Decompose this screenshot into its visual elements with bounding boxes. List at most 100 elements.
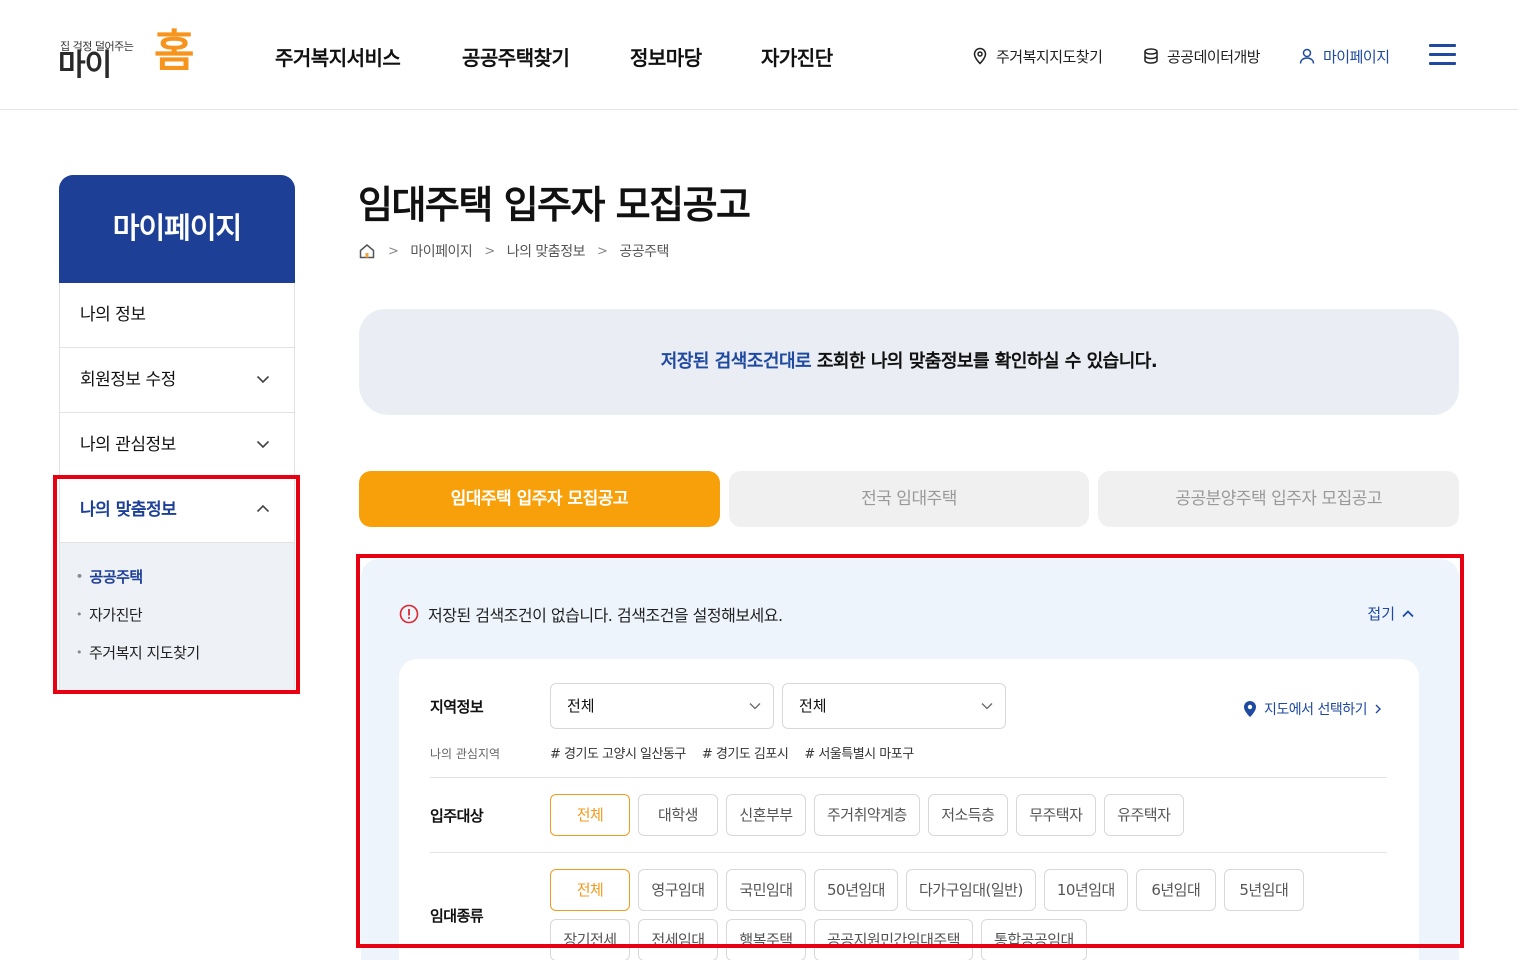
sidebar-item-label: 나의 정보 <box>80 305 146 325</box>
sidebar-submenu: 공공주택 자가진단 주거복지 지도찾기 <box>59 543 295 691</box>
rent-type-chip[interactable]: 50년임대 <box>814 869 898 911</box>
nav-public-housing[interactable]: 공공주택찾기 <box>462 42 570 72</box>
util-map-label: 주거복지지도찾기 <box>996 47 1103 66</box>
site-logo[interactable]: 집 걱정 덜어주는 마이 홈 <box>58 26 195 86</box>
target-chip[interactable]: 주거취약계층 <box>814 794 920 836</box>
breadcrumb-item[interactable]: 공공주택 <box>619 241 669 261</box>
rent-type-chip-group: 전체 영구임대 국민임대 50년임대 다가구임대(일반) 10년임대 6년임대 … <box>550 869 1390 960</box>
rent-type-chip[interactable]: 공공지원민간임대주택 <box>814 919 974 960</box>
logo-name: 마이 <box>58 48 112 83</box>
sidebar-item-label: 나의 맞춤정보 <box>80 500 177 520</box>
sidebar-item-my-custom-info[interactable]: 나의 맞춤정보 <box>59 478 295 543</box>
fold-label: 접기 <box>1367 605 1395 623</box>
tab-public-sale-recruit[interactable]: 공공분양주택 입주자 모집공고 <box>1098 471 1460 527</box>
map-select-label: 지도에서 선택하기 <box>1264 702 1368 718</box>
target-label: 입주대상 <box>430 807 484 825</box>
map-pin-icon <box>1244 701 1256 717</box>
page-title: 임대주택 입주자 모집공고 <box>358 183 751 227</box>
rent-type-chip[interactable]: 통합공공임대 <box>981 919 1087 960</box>
breadcrumb: > 마이페이지 > 나의 맞춤정보 > 공공주택 <box>358 240 669 262</box>
user-icon <box>1299 48 1315 64</box>
target-chip[interactable]: 유주택자 <box>1103 794 1184 836</box>
tab-national-rental[interactable]: 전국 임대주택 <box>728 471 1090 527</box>
region-label: 지역정보 <box>430 698 484 716</box>
logo-accent: 홈 <box>154 26 195 77</box>
breadcrumb-item[interactable]: 나의 맞춤정보 <box>507 241 586 261</box>
interest-region-tag[interactable]: # 경기도 고양시 일산동구 <box>550 743 686 762</box>
chevron-up-icon <box>256 504 270 513</box>
rent-type-chip[interactable]: 5년임대 <box>1223 869 1304 911</box>
menu-icon[interactable] <box>1429 44 1456 66</box>
info-notice: 저장된 검색조건대로 조회한 나의 맞춤정보를 확인하실 수 있습니다. <box>359 309 1459 415</box>
util-mypage-label: 마이페이지 <box>1323 47 1390 66</box>
rent-type-chip[interactable]: 영구임대 <box>638 869 718 911</box>
breadcrumb-separator: > <box>596 243 608 259</box>
chevron-down-icon <box>256 440 270 449</box>
tab-bar: 임대주택 입주자 모집공고 전국 임대주택 공공분양주택 입주자 모집공고 <box>359 471 1460 527</box>
sidebar-item-edit-member[interactable]: 회원정보 수정 <box>59 348 295 413</box>
filter-panel: 저장된 검색조건이 없습니다. 검색조건을 설정해보세요. 접기 지역정보 전체… <box>361 559 1459 960</box>
alert-circle-icon <box>399 604 419 624</box>
region-select-sido[interactable]: 전체 <box>550 683 774 729</box>
interest-region-list: # 경기도 고양시 일산동구 # 경기도 김포시 # 서울특별시 마포구 <box>550 743 914 762</box>
rent-type-chip[interactable]: 전체 <box>550 869 630 911</box>
rent-type-chip[interactable]: 전세임대 <box>638 919 718 960</box>
region-select-value: 전체 <box>567 697 595 715</box>
rent-type-chip[interactable]: 국민임대 <box>726 869 806 911</box>
submenu-welfare-map[interactable]: 주거복지 지도찾기 <box>76 641 294 679</box>
home-icon[interactable] <box>358 242 376 260</box>
sidebar: 마이페이지 나의 정보 회원정보 수정 나의 관심정보 나의 맞춤정보 공공주택… <box>59 175 295 691</box>
map-select-link[interactable]: 지도에서 선택하기 <box>1242 699 1383 719</box>
breadcrumb-separator: > <box>388 243 399 259</box>
notice-text: 조회한 나의 맞춤정보를 확인하실 수 있습니다. <box>811 351 1158 372</box>
target-chip[interactable]: 전체 <box>550 794 630 836</box>
nav-info[interactable]: 정보마당 <box>630 42 702 72</box>
notice-highlight: 저장된 검색조건대로 <box>660 351 812 372</box>
chevron-up-icon <box>1402 609 1414 617</box>
util-opendata-link[interactable]: 공공데이터개방 <box>1142 44 1261 68</box>
util-mypage-link[interactable]: 마이페이지 <box>1298 44 1390 68</box>
rent-type-chip[interactable]: 장기전세 <box>550 919 630 960</box>
interest-region-tag[interactable]: # 서울특별시 마포구 <box>804 743 914 762</box>
submenu-self-diagnosis[interactable]: 자가진단 <box>76 603 294 641</box>
site-header: 집 걱정 덜어주는 마이 홈 주거복지서비스 공공주택찾기 정보마당 자가진단 … <box>0 0 1518 110</box>
util-map-link[interactable]: 주거복지지도찾기 <box>971 44 1103 68</box>
target-chip[interactable]: 저소득층 <box>927 794 1008 836</box>
rent-type-chip[interactable]: 다가구임대(일반) <box>906 869 1036 911</box>
database-icon <box>1144 48 1158 64</box>
target-chip[interactable]: 신혼부부 <box>726 794 806 836</box>
sidebar-item-my-interest[interactable]: 나의 관심정보 <box>59 413 295 478</box>
sidebar-item-label: 회원정보 수정 <box>80 370 176 390</box>
no-saved-condition-warning: 저장된 검색조건이 없습니다. 검색조건을 설정해보세요. <box>399 602 783 626</box>
fold-button[interactable]: 접기 <box>1367 603 1415 624</box>
rent-type-label: 임대종류 <box>430 907 484 925</box>
interest-region-label: 나의 관심지역 <box>430 747 501 761</box>
interest-region-tag[interactable]: # 경기도 김포시 <box>702 743 789 762</box>
nav-self-diagnosis[interactable]: 자가진단 <box>761 42 833 72</box>
region-select-sigungu[interactable]: 전체 <box>782 683 1006 729</box>
target-chip[interactable]: 무주택자 <box>1015 794 1096 836</box>
location-pin-icon <box>973 47 987 65</box>
tab-rental-recruit[interactable]: 임대주택 입주자 모집공고 <box>359 471 720 527</box>
chevron-right-icon <box>1375 704 1381 714</box>
sidebar-title: 마이페이지 <box>59 175 295 283</box>
divider <box>430 852 1387 853</box>
util-opendata-label: 공공데이터개방 <box>1167 47 1261 66</box>
breadcrumb-item[interactable]: 마이페이지 <box>410 241 472 261</box>
breadcrumb-separator: > <box>484 243 495 259</box>
rent-type-chip[interactable]: 10년임대 <box>1043 869 1128 911</box>
divider <box>430 777 1387 778</box>
filter-card: 지역정보 전체 전체 지도에서 선택하기 나의 관심지역 # 경기도 고양시 일… <box>399 659 1419 960</box>
target-chip[interactable]: 대학생 <box>638 794 718 836</box>
rent-type-chip[interactable]: 6년임대 <box>1135 869 1216 911</box>
sidebar-item-my-info[interactable]: 나의 정보 <box>59 283 295 348</box>
submenu-public-housing[interactable]: 공공주택 <box>76 565 294 603</box>
rent-type-chip[interactable]: 행복주택 <box>726 919 806 960</box>
warning-text: 저장된 검색조건이 없습니다. 검색조건을 설정해보세요. <box>428 606 783 625</box>
chevron-down-icon <box>981 703 993 710</box>
chevron-down-icon <box>749 703 761 710</box>
target-chip-group: 전체 대학생 신혼부부 주거취약계층 저소득층 무주택자 유주택자 <box>550 794 1390 836</box>
nav-housing-welfare[interactable]: 주거복지서비스 <box>275 42 401 72</box>
sidebar-item-label: 나의 관심정보 <box>80 435 176 455</box>
chevron-down-icon <box>256 375 270 384</box>
